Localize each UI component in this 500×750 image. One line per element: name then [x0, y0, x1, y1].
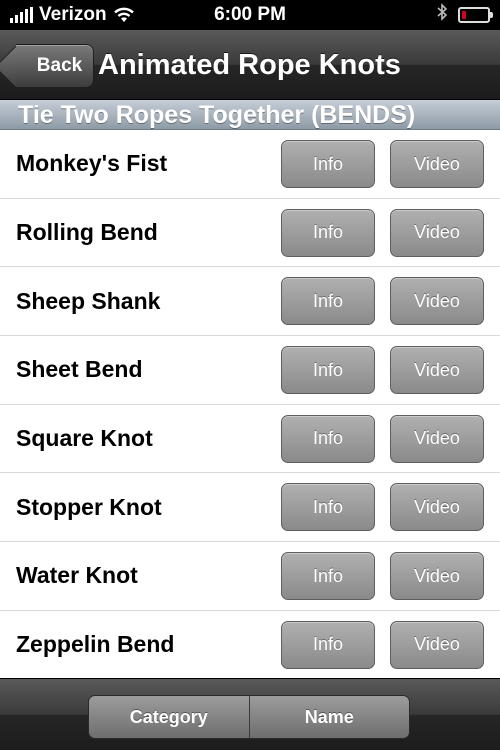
video-button[interactable]: Video — [390, 414, 484, 463]
knot-name: Square Knot — [16, 425, 153, 452]
video-button[interactable]: Video — [390, 346, 484, 395]
knot-name: Stopper Knot — [16, 493, 162, 520]
segment-category[interactable]: Category — [89, 696, 249, 738]
list-item[interactable]: Sheet Bend Info Video — [0, 336, 500, 405]
sort-segmented-control: Category Name — [88, 695, 410, 739]
bluetooth-icon — [436, 3, 448, 27]
knot-name: Water Knot — [16, 562, 138, 589]
info-button[interactable]: Info — [281, 483, 375, 532]
video-button[interactable]: Video — [390, 552, 484, 601]
list-item[interactable]: Stopper Knot Info Video — [0, 473, 500, 543]
info-button[interactable]: Info — [281, 620, 375, 669]
list-item[interactable]: Zeppelin Bend Info Video — [0, 611, 500, 678]
info-button[interactable]: Info — [281, 552, 375, 601]
segment-name[interactable]: Name — [248, 696, 409, 738]
status-bar: Verizon 6:00 PM — [0, 0, 500, 30]
video-button[interactable]: Video — [390, 277, 484, 326]
list-item[interactable]: Monkey's Fist Info Video — [0, 130, 500, 199]
knot-name: Monkey's Fist — [16, 150, 168, 177]
knot-name: Sheet Bend — [16, 356, 143, 383]
battery-level-fill — [462, 11, 467, 19]
info-button[interactable]: Info — [281, 414, 375, 463]
knot-name: Rolling Bend — [16, 219, 158, 246]
list-item[interactable]: Rolling Bend Info Video — [0, 199, 500, 268]
knot-name: Zeppelin Bend — [16, 631, 175, 658]
knot-name: Sheep Shank — [16, 287, 161, 314]
navigation-bar: Back Animated Rope Knots — [0, 30, 500, 100]
info-button[interactable]: Info — [281, 277, 375, 326]
wifi-icon — [113, 7, 135, 23]
knot-list: Monkey's Fist Info Video Rolling Bend In… — [0, 130, 500, 678]
video-button[interactable]: Video — [390, 208, 484, 257]
page-title: Animated Rope Knots — [98, 49, 401, 81]
section-header: Tie Two Ropes Together (BENDS) — [0, 100, 500, 130]
video-button[interactable]: Video — [390, 483, 484, 532]
list-item[interactable]: Sheep Shank Info Video — [0, 267, 500, 337]
list-item[interactable]: Water Knot Info Video — [0, 542, 500, 611]
video-button[interactable]: Video — [390, 620, 484, 669]
status-left: Verizon — [10, 4, 135, 26]
carrier-name: Verizon — [39, 4, 107, 25]
info-button[interactable]: Info — [281, 346, 375, 395]
info-button[interactable]: Info — [281, 208, 375, 257]
bottom-toolbar: Category Name — [0, 678, 500, 750]
list-item[interactable]: Square Knot Info Video — [0, 405, 500, 474]
back-button-label: Back — [36, 55, 83, 76]
video-button[interactable]: Video — [390, 140, 484, 188]
back-button[interactable]: Back — [16, 44, 94, 88]
signal-bars-icon — [10, 7, 33, 23]
info-button[interactable]: Info — [281, 140, 375, 188]
battery-icon — [458, 7, 493, 23]
status-right — [436, 3, 493, 27]
